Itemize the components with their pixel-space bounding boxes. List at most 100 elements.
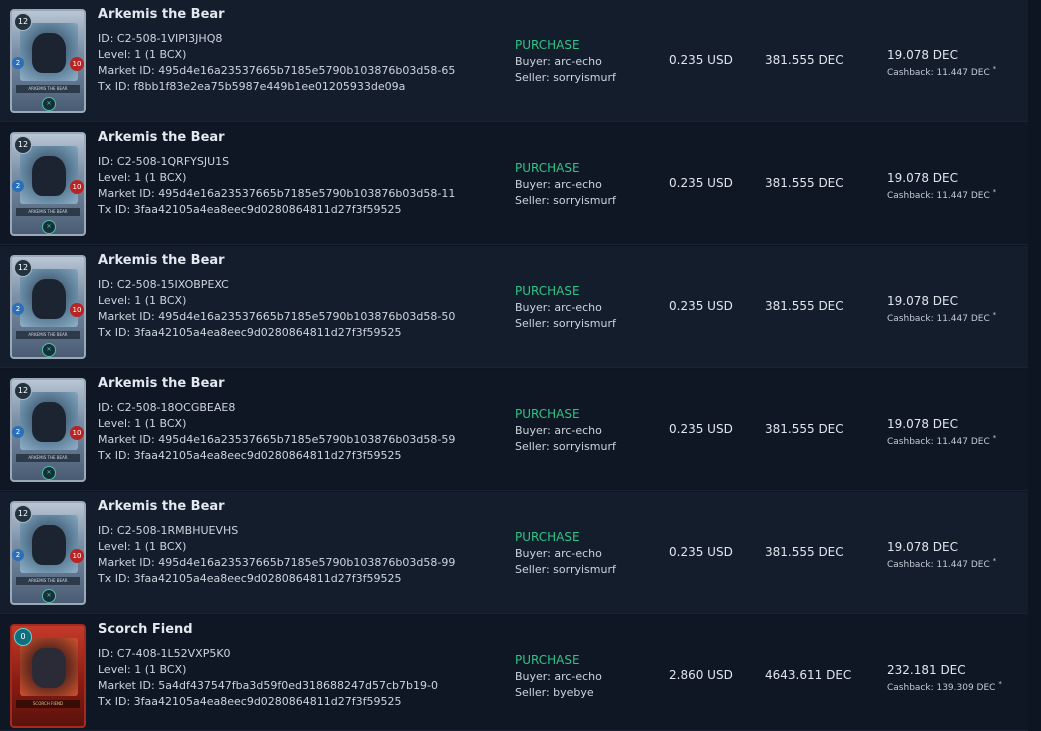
health-stat-badge: 10: [70, 303, 84, 317]
transaction-row[interactable]: 12 2 10 ARKEMIS THE BEAR ✕ Arkemis the B…: [0, 369, 1028, 491]
tx-id[interactable]: Tx ID: 3faa42105a4ea8eec9d0280864811d27f…: [98, 571, 455, 587]
cashback: Cashback: 11.447 DEC *: [887, 186, 996, 202]
cashback-text: Cashback: 11.447 DEC: [887, 314, 990, 324]
card-name-banner: ARKEMIS THE BEAR: [16, 331, 80, 339]
price-dec: 381.555 DEC: [765, 299, 844, 313]
tx-id[interactable]: Tx ID: 3faa42105a4ea8eec9d0280864811d27f…: [98, 694, 438, 710]
buyer[interactable]: Buyer: arc-echo: [515, 54, 616, 70]
tx-id[interactable]: Tx ID: f8bb1f83e2ea75b5987e449b1ee012059…: [98, 79, 455, 95]
cashback: Cashback: 11.447 DEC *: [887, 63, 996, 79]
buyer[interactable]: Buyer: arc-echo: [515, 669, 602, 685]
fee-amount: 19.078 DEC: [887, 171, 959, 185]
card-image[interactable]: 0 SCORCH FIEND: [10, 624, 86, 728]
cashback-text: Cashback: 139.309 DEC: [887, 683, 996, 693]
card-image[interactable]: 12 2 10 ARKEMIS THE BEAR ✕: [10, 501, 86, 605]
health-stat-badge: 10: [70, 180, 84, 194]
card-creature-illustration: [32, 279, 66, 319]
edition-seal-icon: ✕: [42, 343, 56, 357]
card-name[interactable]: Scorch Fiend: [98, 622, 438, 637]
transaction-parties: PURCHASE Buyer: arc-echo Seller: sorryis…: [515, 160, 616, 209]
seller[interactable]: Seller: sorryismurf: [515, 439, 616, 455]
card-level: Level: 1 (1 BCX): [98, 540, 187, 553]
card-uid: ID: C2-508-1QRFYSJU1S: [98, 155, 230, 168]
seller[interactable]: Seller: sorryismurf: [515, 562, 616, 578]
card-name[interactable]: Arkemis the Bear: [98, 130, 455, 145]
card-name[interactable]: Arkemis the Bear: [98, 253, 455, 268]
card-name[interactable]: Arkemis the Bear: [98, 7, 455, 22]
price-dec: 4643.611 DEC: [765, 668, 852, 682]
fee-amount: 19.078 DEC: [887, 48, 959, 62]
card-image[interactable]: 12 2 10 ARKEMIS THE BEAR ✕: [10, 9, 86, 113]
market-id: Market ID: 5a4df437547fba3d59f0ed3186882…: [98, 679, 438, 692]
edition-seal-icon: ✕: [42, 466, 56, 480]
fee-block: 19.078 DEC Cashback: 11.447 DEC *: [887, 293, 996, 325]
price-usd: 2.860 USD: [669, 668, 733, 682]
market-id: Market ID: 495d4e16a23537665b7185e5790b1…: [98, 556, 456, 569]
card-details: Scorch Fiend ID: C7-408-1L52VXP5K0 Level…: [98, 622, 438, 710]
cashback: Cashback: 11.447 DEC *: [887, 555, 996, 571]
buyer[interactable]: Buyer: arc-echo: [515, 177, 616, 193]
price-usd: 0.235 USD: [669, 299, 733, 313]
asterisk-icon: *: [998, 680, 1002, 688]
card-uid: ID: C2-508-18OCGBEAE8: [98, 401, 236, 414]
card-name[interactable]: Arkemis the Bear: [98, 499, 455, 514]
transaction-row[interactable]: 0 SCORCH FIEND Scorch Fiend ID: C7-408-1…: [0, 615, 1028, 731]
transaction-row[interactable]: 12 2 10 ARKEMIS THE BEAR ✕ Arkemis the B…: [0, 246, 1028, 368]
card-name-banner: SCORCH FIEND: [16, 700, 80, 708]
transaction-list: 12 2 10 ARKEMIS THE BEAR ✕ Arkemis the B…: [0, 0, 1041, 731]
buyer[interactable]: Buyer: arc-echo: [515, 546, 616, 562]
seller[interactable]: Seller: byebye: [515, 685, 602, 701]
card-level: Level: 1 (1 BCX): [98, 48, 187, 61]
tx-id[interactable]: Tx ID: 3faa42105a4ea8eec9d0280864811d27f…: [98, 202, 455, 218]
card-creature-illustration: [32, 525, 66, 565]
price-usd: 0.235 USD: [669, 53, 733, 67]
transaction-row[interactable]: 12 2 10 ARKEMIS THE BEAR ✕ Arkemis the B…: [0, 492, 1028, 614]
fee-amount: 19.078 DEC: [887, 417, 959, 431]
card-image[interactable]: 12 2 10 ARKEMIS THE BEAR ✕: [10, 255, 86, 359]
card-name[interactable]: Arkemis the Bear: [98, 376, 455, 391]
card-name-banner: ARKEMIS THE BEAR: [16, 208, 80, 216]
card-uid: ID: C2-508-1RMBHUEVHS: [98, 524, 239, 537]
price-dec: 381.555 DEC: [765, 176, 844, 190]
market-id: Market ID: 495d4e16a23537665b7185e5790b1…: [98, 187, 456, 200]
transaction-row[interactable]: 12 2 10 ARKEMIS THE BEAR ✕ Arkemis the B…: [0, 123, 1028, 245]
cashback-text: Cashback: 11.447 DEC: [887, 560, 990, 570]
cashback-text: Cashback: 11.447 DEC: [887, 437, 990, 447]
card-level: Level: 1 (1 BCX): [98, 294, 187, 307]
cashback-text: Cashback: 11.447 DEC: [887, 68, 990, 78]
transaction-type: PURCHASE: [515, 530, 580, 544]
transaction-type: PURCHASE: [515, 653, 580, 667]
fee-amount: 19.078 DEC: [887, 294, 959, 308]
card-details: Arkemis the Bear ID: C2-508-1RMBHUEVHS L…: [98, 499, 455, 587]
seller[interactable]: Seller: sorryismurf: [515, 70, 616, 86]
fee-block: 19.078 DEC Cashback: 11.447 DEC *: [887, 170, 996, 202]
fee-block: 19.078 DEC Cashback: 11.447 DEC *: [887, 539, 996, 571]
tx-id[interactable]: Tx ID: 3faa42105a4ea8eec9d0280864811d27f…: [98, 325, 455, 341]
buyer[interactable]: Buyer: arc-echo: [515, 300, 616, 316]
transaction-row[interactable]: 12 2 10 ARKEMIS THE BEAR ✕ Arkemis the B…: [0, 0, 1028, 122]
market-id: Market ID: 495d4e16a23537665b7185e5790b1…: [98, 433, 456, 446]
asterisk-icon: *: [992, 557, 997, 565]
card-level: Level: 1 (1 BCX): [98, 417, 187, 430]
seller[interactable]: Seller: sorryismurf: [515, 193, 616, 209]
market-id: Market ID: 495d4e16a23537665b7185e5790b1…: [98, 64, 456, 77]
transaction-parties: PURCHASE Buyer: arc-echo Seller: sorryis…: [515, 406, 616, 455]
speed-stat-badge: 2: [12, 426, 24, 438]
speed-stat-badge: 2: [12, 57, 24, 69]
seller[interactable]: Seller: sorryismurf: [515, 316, 616, 332]
card-image[interactable]: 12 2 10 ARKEMIS THE BEAR ✕: [10, 132, 86, 236]
card-creature-illustration: [32, 33, 66, 73]
cashback: Cashback: 139.309 DEC *: [887, 678, 1002, 694]
card-level: Level: 1 (1 BCX): [98, 171, 187, 184]
mana-cost-badge: 12: [14, 13, 32, 31]
card-uid: ID: C7-408-1L52VXP5K0: [98, 647, 231, 660]
transaction-type: PURCHASE: [515, 407, 580, 421]
card-name-banner: ARKEMIS THE BEAR: [16, 85, 80, 93]
card-uid: ID: C2-508-1VIPI3JHQ8: [98, 32, 223, 45]
buyer[interactable]: Buyer: arc-echo: [515, 423, 616, 439]
card-image[interactable]: 12 2 10 ARKEMIS THE BEAR ✕: [10, 378, 86, 482]
tx-id[interactable]: Tx ID: 3faa42105a4ea8eec9d0280864811d27f…: [98, 448, 455, 464]
price-dec: 381.555 DEC: [765, 422, 844, 436]
card-uid: ID: C2-508-15IXOBPEXC: [98, 278, 229, 291]
asterisk-icon: *: [992, 311, 997, 319]
